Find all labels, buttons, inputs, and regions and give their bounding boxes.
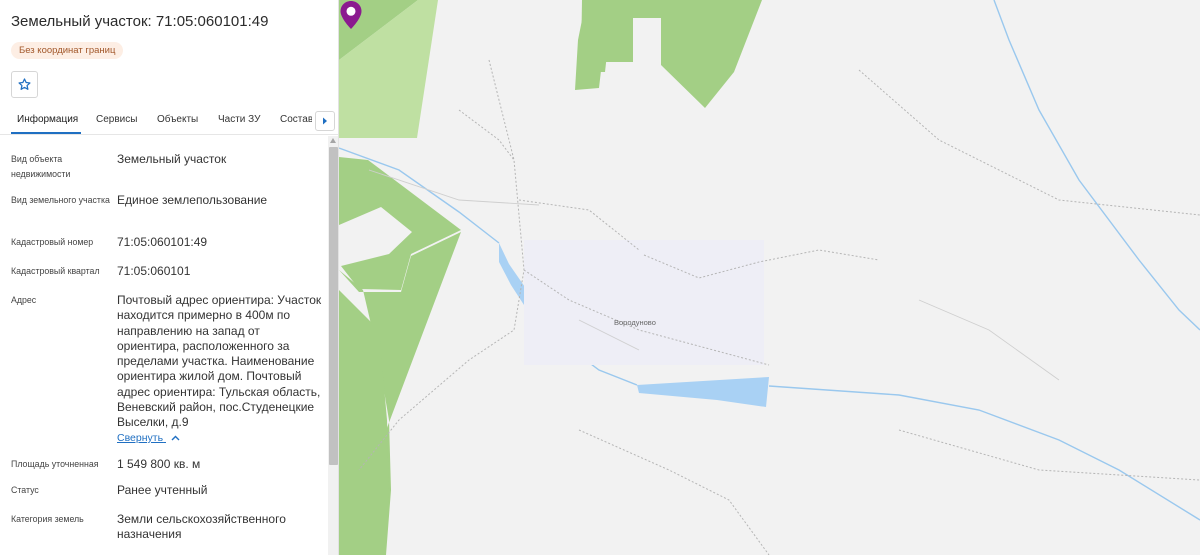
chevron-up-icon: [171, 435, 180, 441]
scroll-thumb[interactable]: [329, 147, 338, 465]
field-value: 1 549 800 кв. м: [117, 457, 201, 471]
tab-objects[interactable]: Объекты: [157, 114, 198, 125]
field-value: 71:05:060101:49: [117, 235, 208, 249]
field-label: Статус: [11, 485, 39, 495]
tab-information[interactable]: Информация: [17, 114, 78, 125]
caret-right-icon: [323, 117, 327, 125]
field-value: Почтовый адрес ориентира: Участок находи…: [117, 293, 322, 430]
field-value: Земли сельскохозяйственного назначения: [117, 512, 286, 542]
star-outline-icon: [18, 78, 31, 90]
map-contour: [918, 299, 1060, 381]
object-info-panel: Земельный участок: 71:05:060101:49 Без к…: [0, 0, 339, 555]
field-value: 71:05:060101: [117, 264, 191, 278]
village-label: Вородуново: [614, 318, 656, 327]
river: [768, 385, 1200, 521]
dirt-road: [578, 429, 770, 555]
field-label: Вид земельного участка: [11, 195, 110, 205]
map-view[interactable]: Вородуново: [339, 0, 1200, 555]
dirt-road: [858, 69, 1200, 216]
map-pin-icon[interactable]: [339, 0, 363, 30]
favorite-button[interactable]: [11, 71, 38, 98]
info-scrollbar[interactable]: [328, 136, 338, 555]
field-label: Кадастровый квартал: [11, 266, 100, 276]
field-label: Кадастровый номер: [11, 237, 94, 247]
dirt-road: [898, 429, 1200, 481]
settlement-area: [524, 240, 764, 365]
field-value: Земельный участок: [117, 152, 227, 166]
dirt-road: [458, 109, 515, 161]
tabs-scroll-right-button[interactable]: [315, 111, 335, 131]
object-title: Земельный участок: 71:05:060101:49: [11, 13, 269, 30]
forest-area: [575, 0, 762, 108]
tab-parcel-parts[interactable]: Части ЗУ: [218, 114, 260, 125]
field-value: Единое землепользование: [117, 193, 268, 207]
field-value: Ранее учтенный: [117, 483, 208, 497]
tab-bar: Информация Сервисы Объекты Части ЗУ Сост…: [0, 108, 338, 135]
field-label: Площадь уточненная: [11, 459, 99, 469]
scroll-up-arrow[interactable]: [330, 138, 336, 143]
active-tab-indicator: [11, 132, 81, 134]
collapse-address-link[interactable]: Свернуть: [117, 432, 180, 444]
tab-services[interactable]: Сервисы: [96, 114, 137, 125]
map-canvas: [339, 0, 1200, 555]
field-label: Вид объекта недвижимости: [11, 154, 71, 179]
tab-composition[interactable]: Состав: [280, 114, 312, 125]
collapse-label: Свернуть: [117, 432, 164, 444]
no-boundary-badge: Без координат границ: [11, 42, 124, 59]
info-list: Вид объекта недвижимости Земельный участ…: [0, 136, 328, 555]
field-label: Категория земель: [11, 514, 84, 524]
pond: [637, 377, 769, 407]
field-label: Адрес: [11, 295, 37, 305]
river: [993, 0, 1200, 331]
